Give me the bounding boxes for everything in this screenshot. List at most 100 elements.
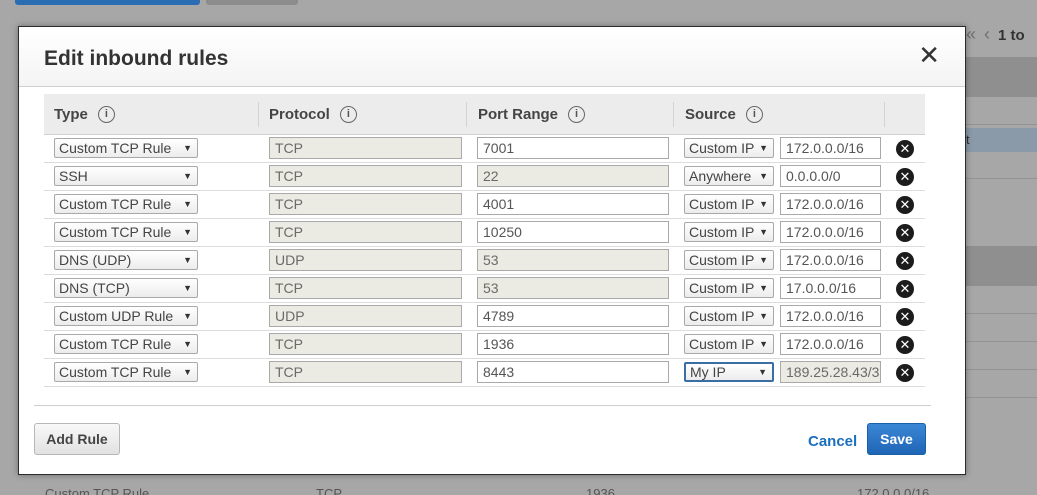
type-select-value: Custom TCP Rule [59,196,172,212]
column-divider [673,102,674,127]
type-select[interactable]: Custom TCP Rule ▼ [54,194,198,214]
source-cidr-input[interactable]: 172.0.0.0/16 [780,249,881,271]
type-select[interactable]: Custom TCP Rule ▼ [54,138,198,158]
source-type-select[interactable]: Custom IP ▼ [684,222,774,242]
source-type-select[interactable]: Custom IP ▼ [684,306,774,326]
port-range-input[interactable]: 10250 [477,221,669,243]
port-range-input[interactable]: 4789 [477,305,669,327]
bg-divider [966,341,1037,342]
add-rule-button[interactable]: Add Rule [34,423,120,455]
close-icon[interactable]: ✕ [918,42,940,68]
type-select-value: Custom TCP Rule [59,140,172,156]
source-type-select[interactable]: Custom IP ▼ [684,250,774,270]
column-divider [884,102,885,127]
type-select[interactable]: Custom TCP Rule ▼ [54,334,198,354]
rule-row: Custom TCP Rule ▼ TCP 8443 My IP ▼ 189.25.28.4… [44,359,925,387]
source-type-select[interactable]: Anywhere ▼ [684,166,774,186]
chevron-down-icon: ▼ [759,171,768,181]
cancel-button[interactable]: Cancel [808,433,857,450]
delete-rule-icon[interactable]: ✕ [896,308,914,326]
header-protocol-label: Protocol [269,105,330,123]
protocol-field: UDP [269,249,462,271]
info-icon[interactable]: i [745,106,763,123]
bg-row-source: 172.0.0.0/16 [857,486,930,495]
info-icon[interactable]: i [97,106,115,123]
protocol-field: TCP [269,137,462,159]
bg-row-port: 1936 [586,486,615,495]
bg-primary-button [15,0,200,5]
delete-rule-icon[interactable]: ✕ [896,280,914,298]
rule-row: Custom UDP Rule ▼ UDP 4789 Custom IP ▼ 172.0.0… [44,303,925,331]
type-select[interactable]: DNS (TCP) ▼ [54,278,198,298]
rule-row: SSH ▼ TCP 22 Anywhere ▼ 0.0.0.0/0 ✕ [44,163,925,191]
port-range-input[interactable]: 7001 [477,137,669,159]
save-button[interactable]: Save [867,423,926,455]
info-icon[interactable]: i [339,106,357,123]
bg-band [966,246,1037,286]
source-type-select[interactable]: Custom IP ▼ [684,334,774,354]
source-cidr-input[interactable]: 17.0.0.0/16 [780,277,881,299]
type-select-value: SSH [59,168,88,184]
delete-rule-icon[interactable]: ✕ [896,224,914,242]
source-cidr-input[interactable]: 172.0.0.0/16 [780,305,881,327]
chevron-down-icon: ▼ [759,143,768,153]
chevron-down-icon: ▼ [759,199,768,209]
chevron-down-icon: ▼ [759,227,768,237]
delete-rule-icon[interactable]: ✕ [896,252,914,270]
type-select-value: Custom UDP Rule [59,308,174,324]
dialog-header: Edit inbound rules ✕ [19,27,965,87]
source-type-select[interactable]: Custom IP ▼ [684,138,774,158]
source-cidr-input[interactable]: 172.0.0.0/16 [780,333,881,355]
source-type-select[interactable]: My IP ▼ [684,362,774,382]
source-cidr-input[interactable]: 172.0.0.0/16 [780,137,881,159]
source-type-value: Custom IP [689,308,755,324]
source-type-select[interactable]: Custom IP ▼ [684,194,774,214]
prev-page-icon: ‹ [984,24,991,44]
chevron-down-icon: ▼ [759,283,768,293]
type-select[interactable]: Custom UDP Rule ▼ [54,306,198,326]
bg-band [966,57,1037,97]
type-select[interactable]: SSH ▼ [54,166,198,186]
delete-rule-icon[interactable]: ✕ [896,336,914,354]
source-type-select[interactable]: Custom IP ▼ [684,278,774,298]
type-select[interactable]: Custom TCP Rule ▼ [54,362,198,382]
source-cidr-input[interactable]: 172.0.0.0/16 [780,193,881,215]
type-select-value: Custom TCP Rule [59,336,172,352]
column-divider [258,102,259,127]
header-source: Source i [685,94,763,135]
rule-row: Custom TCP Rule ▼ TCP 7001 Custom IP ▼ 172.0.0… [44,135,925,163]
bg-row-protocol: TCP [316,486,342,495]
port-range-input: 22 [477,165,669,187]
bg-divider [966,369,1037,370]
source-cidr-input[interactable]: 0.0.0.0/0 [780,165,881,187]
info-icon[interactable]: i [568,106,586,123]
delete-rule-icon[interactable]: ✕ [896,168,914,186]
protocol-field: TCP [269,221,462,243]
delete-rule-icon[interactable]: ✕ [896,196,914,214]
bg-pager-text: 1 to [998,27,1025,44]
delete-rule-icon[interactable]: ✕ [896,364,914,382]
bg-divider [966,397,1037,398]
protocol-field: TCP [269,333,462,355]
port-range-input[interactable]: 1936 [477,333,669,355]
chevron-down-icon: ▼ [183,339,192,349]
rule-row: DNS (TCP) ▼ TCP 53 Custom IP ▼ 17.0.0.0/16 ✕ [44,275,925,303]
type-select-value: Custom TCP Rule [59,224,172,240]
port-range-input[interactable]: 8443 [477,361,669,383]
rule-row: Custom TCP Rule ▼ TCP 1936 Custom IP ▼ 172.0.0… [44,331,925,359]
chevron-down-icon: ▼ [759,339,768,349]
chevron-down-icon: ▼ [183,171,192,181]
type-select[interactable]: DNS (UDP) ▼ [54,250,198,270]
delete-rule-icon[interactable]: ✕ [896,140,914,158]
dialog-title: Edit inbound rules [44,47,229,70]
source-cidr-input[interactable]: 172.0.0.0/16 [780,221,881,243]
chevron-down-icon: ▼ [183,199,192,209]
header-protocol: Protocol i [269,94,357,135]
header-type: Type i [54,94,115,135]
type-select[interactable]: Custom TCP Rule ▼ [54,222,198,242]
protocol-field: TCP [269,193,462,215]
type-select-value: DNS (TCP) [59,280,130,296]
source-type-value: My IP [690,364,726,380]
source-type-value: Custom IP [689,280,755,296]
port-range-input[interactable]: 4001 [477,193,669,215]
